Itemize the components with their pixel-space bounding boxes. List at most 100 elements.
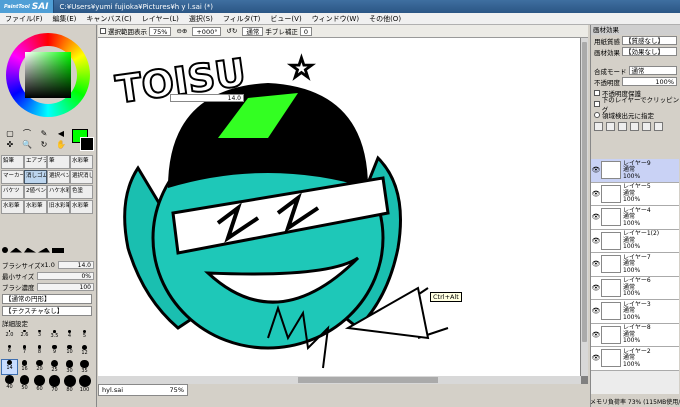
eye-icon[interactable]: 👁 [591,237,601,245]
eye-icon[interactable]: 👁 [591,307,601,315]
file-tab[interactable]: hyl.sai 75% [98,384,188,396]
density-slider[interactable]: 100 [37,282,94,291]
zoom-field[interactable]: 75% [149,26,172,36]
preset-size[interactable]: 35 [77,360,92,374]
menu-item[interactable]: その他(O) [364,14,406,24]
shape-flat-icon[interactable] [52,247,64,253]
eye-icon[interactable]: 👁 [591,166,601,174]
menu-item[interactable]: レイヤー(L) [137,14,184,24]
preset-size[interactable]: 6 [2,345,17,359]
preset-size[interactable]: 16 [17,360,32,374]
layer-row[interactable]: 👁 レイヤー7 通常 100% [591,253,679,277]
preset-size[interactable]: 3 [32,330,47,344]
brush-slot[interactable]: 選択ペン [47,170,70,184]
preset-size[interactable]: 5 [77,330,92,344]
eye-icon[interactable]: 👁 [591,213,601,221]
preset-size[interactable]: 70 [47,375,62,393]
tool-icon[interactable]: ▢ [2,129,18,139]
layer-row[interactable]: 👁 レイヤー1(2) 通常 100% [591,229,679,253]
preset-size[interactable]: 14 [1,359,18,375]
paper-texture-select[interactable]: 【質感なし】 [622,36,677,45]
copy-layer-icon[interactable] [630,122,639,131]
min-size-row[interactable]: 最小サイズ 0% [2,271,94,281]
preset-size[interactable]: 9 [47,345,62,359]
new-layer-icon[interactable] [594,122,603,131]
preset-size[interactable]: 4 [62,330,77,344]
preset-size[interactable]: 20 [32,360,47,374]
material-effect-select[interactable]: 【効果なし】 [622,47,677,56]
new-linework-icon[interactable] [606,122,615,131]
tool-icon[interactable]: ↻ [36,140,52,150]
texture-select[interactable]: 【テクスチャなし】 [2,306,92,316]
density-row[interactable]: ブラシ濃度 100 [2,282,94,292]
saturation-value-square[interactable] [25,52,71,98]
detail-settings-row[interactable]: 詳細設定 [2,318,94,328]
tool-icon[interactable]: 🔍 [19,140,35,150]
menu-item[interactable]: キャンバス(C) [81,14,136,24]
protect-checkbox[interactable] [594,89,600,96]
brush-slot[interactable]: マーカー [1,170,24,184]
shape-tri-2-icon[interactable] [24,247,36,253]
preset-size[interactable]: 40 [2,375,17,390]
preset-size[interactable]: 80 [62,375,77,393]
horizontal-scroll-thumb[interactable] [298,377,438,383]
rotation-field[interactable]: +000° [192,26,222,36]
menu-item[interactable]: 編集(E) [48,14,82,24]
eye-icon[interactable]: 👁 [591,190,601,198]
min-size-slider[interactable]: 0% [37,271,94,280]
preset-size[interactable]: 2.6 [17,330,32,344]
color-wheel[interactable] [6,33,90,117]
preset-size[interactable]: 60 [32,375,47,392]
canvas-area[interactable]: TOISU ☆ [98,38,588,384]
opacity-slider[interactable]: 100% [622,77,677,86]
shape-tri-1-icon[interactable] [10,247,22,253]
preset-size[interactable]: 50 [17,375,32,391]
rotate-arrows-icon[interactable]: ↺↻ [226,27,237,35]
preset-size[interactable]: 100 [77,375,92,393]
clip-row[interactable]: 下のレイヤーでクリッピング [591,96,680,114]
brush-slot[interactable]: 選択消し [70,170,93,184]
menu-item[interactable]: ファイル(F) [0,14,48,24]
selection-toggle[interactable] [100,28,106,34]
brush-slot[interactable]: 水彩筆 [70,155,93,169]
preset-size[interactable]: 3.5 [47,330,62,344]
zoom-arrows-icon[interactable]: ⊖⊕ [176,27,187,35]
layer-row[interactable]: 👁 レイヤー3 通常 100% [591,300,679,324]
tool-icon[interactable]: ✜ [2,140,18,150]
eye-icon[interactable]: 👁 [591,260,601,268]
stabilizer-field[interactable]: 0 [299,26,313,36]
brush-shape-select[interactable]: 【通常の円形】 [2,294,92,304]
clip-checkbox[interactable] [594,100,600,107]
brush-size-slider[interactable]: 14.0 [57,260,94,269]
tool-icon[interactable]: ⌒ [19,129,35,139]
menu-item[interactable]: 選択(S) [184,14,218,24]
canvas-paper[interactable]: TOISU ☆ [98,38,580,376]
layer-row[interactable]: 👁 レイヤー5 通常 100% [591,182,679,206]
brush-slot[interactable]: 色塗 [70,185,93,199]
preset-size[interactable]: 7 [17,345,32,359]
brush-slot[interactable]: 筆 [47,155,70,169]
brush-slot[interactable]: バケツ [1,185,24,199]
new-folder-icon[interactable] [618,122,627,131]
preset-size[interactable]: 25 [47,360,62,374]
vertical-scrollbar[interactable] [581,38,588,376]
brush-slot[interactable]: 旧水彩筆 [47,200,70,214]
preset-size[interactable]: 10 [62,345,77,359]
eye-icon[interactable]: 👁 [591,331,601,339]
brush-slot[interactable]: エアブラシ [24,155,47,169]
layer-row[interactable]: 👁 レイヤー2 通常 100% [591,347,679,371]
brush-size-row[interactable]: ブラシサイズ x1.0 14.0 [2,260,94,270]
blend-field[interactable]: 通常 [242,26,264,36]
vertical-scroll-thumb[interactable] [582,42,587,342]
eye-icon[interactable]: 👁 [591,284,601,292]
preset-size[interactable]: 8 [32,345,47,359]
delete-layer-icon[interactable] [654,122,663,131]
eye-icon[interactable]: 👁 [591,354,601,362]
layer-row[interactable]: 👁 レイヤー6 通常 100% [591,276,679,300]
brush-slot[interactable]: 水彩筆 [24,200,47,214]
preset-size[interactable]: 12 [77,345,92,359]
menu-item[interactable]: フィルタ(T) [218,14,266,24]
tool-icon[interactable]: ◀ [53,129,69,139]
tool-icon[interactable]: ✎ [36,129,52,139]
brush-slot[interactable]: 水彩筆 [1,200,24,214]
